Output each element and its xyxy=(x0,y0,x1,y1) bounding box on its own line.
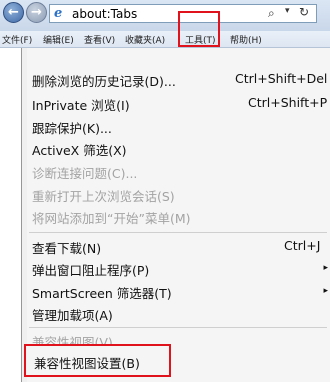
shortcut-delete-history: Ctrl+Shift+Del xyxy=(235,71,328,86)
menu-item-activex-filter[interactable]: ActiveX 筛选(X) xyxy=(32,140,127,159)
menu-file[interactable]: 文件(F) xyxy=(2,33,32,46)
menu-item-reopen-session: 重新打开上次浏览会话(S) xyxy=(32,189,175,204)
arrow-left-icon: ← xyxy=(8,5,19,20)
menu-gutter xyxy=(22,48,27,382)
submenu-arrow-icon: ▸ xyxy=(323,286,328,296)
menu-item-tracking-protection[interactable]: 跟踪保护(K)... xyxy=(32,118,112,137)
ie-logo-icon: e xyxy=(54,6,63,21)
menu-item-inprivate[interactable]: InPrivate 浏览(I) xyxy=(32,95,130,114)
address-url[interactable]: about:Tabs xyxy=(72,7,137,21)
shortcut-view-downloads: Ctrl+J xyxy=(284,238,321,253)
menu-edit[interactable]: 编辑(E) xyxy=(43,33,74,46)
forward-button[interactable]: → xyxy=(26,2,47,23)
menu-item-smartscreen[interactable]: SmartScreen 筛选器(T) xyxy=(32,283,172,302)
menu-favorites[interactable]: 收藏夹(A) xyxy=(125,33,165,46)
tools-dropdown-menu: 删除浏览的历史记录(D)... Ctrl+Shift+Del InPrivate… xyxy=(21,48,330,382)
arrow-right-icon: → xyxy=(31,5,42,20)
menu-item-diagnose-connection: 诊断连接问题(C)... xyxy=(32,166,138,181)
menu-view[interactable]: 查看(V) xyxy=(84,33,115,46)
menu-item-delete-history[interactable]: 删除浏览的历史记录(D)... xyxy=(32,71,176,90)
tools-menu-highlight-box xyxy=(178,11,220,47)
menu-item-compatibility-view-settings[interactable]: 兼容性视图设置(B) xyxy=(34,353,140,372)
menu-separator xyxy=(29,327,327,328)
menu-help[interactable]: 帮助(H) xyxy=(230,33,262,46)
browser-toolbar: ← → e about:Tabs ⌕ ▾ ↻ xyxy=(0,0,330,31)
submenu-arrow-icon: ▸ xyxy=(323,263,328,273)
menu-separator xyxy=(29,232,327,233)
menu-item-manage-addons[interactable]: 管理加载项(A) xyxy=(32,305,113,324)
menu-item-view-downloads[interactable]: 查看下载(N) xyxy=(32,238,101,257)
refresh-icon[interactable]: ↻ xyxy=(299,5,309,19)
menu-item-popup-blocker[interactable]: 弹出窗口阻止程序(P) xyxy=(32,260,149,279)
search-icon[interactable]: ⌕ xyxy=(268,6,275,21)
back-button[interactable]: ← xyxy=(3,2,24,23)
shortcut-inprivate: Ctrl+Shift+P xyxy=(248,95,328,110)
address-dropdown-icon[interactable]: ▾ xyxy=(285,6,290,16)
menu-item-add-to-start: 将网站添加到“开始”菜单(M) xyxy=(32,211,191,226)
menu-bar: 文件(F) 编辑(E) 查看(V) 收藏夹(A) 工具(T) 帮助(H) xyxy=(0,31,330,48)
